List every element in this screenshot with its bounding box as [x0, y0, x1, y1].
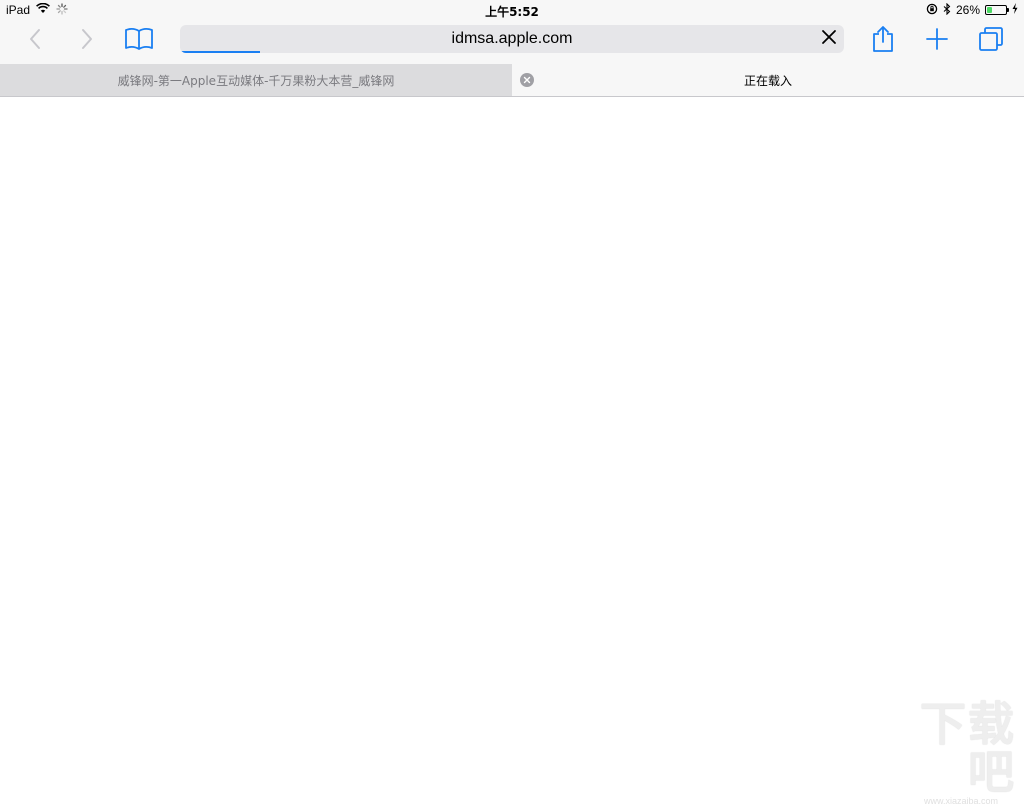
tab-weiphone[interactable]: 威锋网-第一Apple互动媒体-千万果粉大本营_威锋网 — [0, 64, 512, 96]
tabs-overview-icon — [978, 26, 1004, 57]
address-text[interactable]: idmsa.apple.com — [180, 30, 844, 48]
tab-title: 正在载入 — [743, 73, 792, 88]
battery-level-fill — [987, 7, 992, 13]
plus-icon — [925, 27, 949, 56]
charging-bolt-icon — [1012, 3, 1018, 17]
web-content-area[interactable]: 下载吧 www.xiazaiba.com — [0, 97, 1024, 806]
tab-loading[interactable]: 正在载入 — [512, 64, 1024, 96]
watermark: 下载吧 www.xiazaiba.com — [878, 700, 1016, 806]
watermark-url: www.xiazaiba.com — [923, 796, 998, 806]
browser-toolbar: idmsa.apple.com — [0, 20, 1024, 64]
bookmarks-book-icon — [124, 27, 154, 56]
battery-percent: 26% — [955, 3, 980, 17]
battery-icon — [985, 5, 1009, 15]
clear-x-icon — [821, 29, 837, 50]
orientation-lock-icon — [926, 3, 938, 18]
page-load-progress — [180, 51, 260, 53]
status-time: 上午5:52 — [485, 5, 539, 19]
bluetooth-icon — [943, 2, 951, 18]
share-button[interactable] — [866, 24, 900, 58]
new-tab-button[interactable] — [920, 24, 954, 58]
close-icon — [523, 76, 531, 84]
bookmarks-button[interactable] — [122, 24, 156, 58]
forward-button[interactable] — [70, 24, 104, 58]
clear-address-button[interactable] — [820, 29, 838, 50]
tabs-overview-button[interactable] — [974, 24, 1008, 58]
status-bar: iPad 上午5:52 26% — [0, 0, 1024, 20]
forward-chevron-icon — [80, 28, 94, 55]
watermark-logo: 下载吧 — [920, 697, 1016, 799]
tab-strip: 威锋网-第一Apple互动媒体-千万果粉大本营_威锋网 正在载入 — [0, 64, 1024, 97]
back-button[interactable] — [18, 24, 52, 58]
share-icon — [872, 25, 894, 58]
tab-title: 威锋网-第一Apple互动媒体-千万果粉大本营_威锋网 — [117, 73, 395, 88]
back-chevron-icon — [28, 28, 42, 55]
close-tab-button[interactable] — [520, 73, 534, 87]
status-right-group: 26% — [926, 2, 1018, 18]
address-bar[interactable]: idmsa.apple.com — [180, 25, 844, 53]
